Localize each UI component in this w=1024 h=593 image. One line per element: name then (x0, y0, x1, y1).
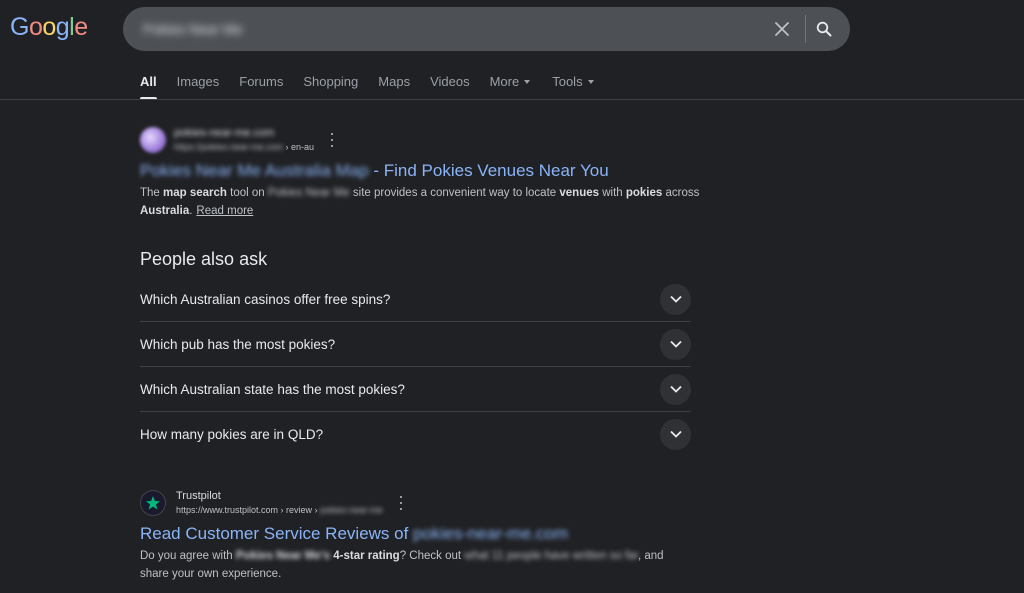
chevron-down-icon (524, 80, 531, 84)
tab-more[interactable]: More (490, 72, 531, 100)
result-title-text: - Find Pokies Venues Near You (368, 161, 609, 180)
result-title-link[interactable]: Read Customer Service Reviews of pokies-… (140, 523, 700, 545)
tab-label: Shopping (303, 74, 359, 89)
snippet-blurred: Pokies Near Me (267, 187, 350, 199)
snippet-text: The (140, 187, 164, 199)
tab-all[interactable]: All (140, 72, 157, 100)
snippet-bold: venues (559, 187, 600, 199)
logo-letter: g (55, 13, 70, 41)
google-logo[interactable]: Google (10, 13, 88, 41)
snippet-blurred: Pokies Near Me's (235, 550, 331, 562)
tab-forums[interactable]: Forums (239, 72, 283, 100)
result-snippet: The map search tool on Pokies Near Me si… (140, 184, 700, 220)
snippet-text: ? Check out (399, 550, 465, 562)
site-favicon (140, 127, 166, 153)
site-url: https://pokies-near-me.com (174, 142, 284, 152)
site-url-path: › en-au (283, 142, 315, 152)
snippet-blurred: what 11 people have written so far (464, 550, 638, 562)
trustpilot-star-icon (140, 490, 166, 516)
close-icon (775, 22, 789, 36)
logo-letter: o (28, 13, 43, 41)
result-title-link[interactable]: Pokies Near Me Australia Map - Find Poki… (140, 160, 700, 182)
more-options-icon[interactable] (395, 496, 407, 510)
paa-question[interactable]: Which Australian casinos offer free spin… (140, 277, 691, 322)
paa-question[interactable]: How many pokies are in QLD? (140, 412, 691, 456)
site-name: Trustpilot (176, 490, 221, 502)
people-also-ask: People also ask Which Australian casinos… (140, 247, 691, 456)
logo-letter: o (42, 13, 56, 41)
search-input[interactable]: Pokies Near Me (143, 20, 243, 38)
result-title-blurred: Pokies Near Me Australia Map (140, 161, 369, 180)
tab-label: Tools (552, 74, 583, 89)
snippet-text: tool on (226, 187, 268, 199)
snippet-bold: 4-star rating (330, 550, 400, 562)
paa-question-text: Which Australian state has the most poki… (140, 381, 405, 397)
snippet-text: . (189, 205, 193, 217)
read-more-link[interactable]: Read more (196, 205, 253, 217)
site-url-blurred: pokies-near-me (320, 505, 383, 515)
tabs-divider (0, 99, 1024, 100)
tab-label: Images (176, 74, 220, 89)
chevron-down-icon (660, 328, 691, 360)
tab-shopping[interactable]: Shopping (303, 72, 358, 100)
snippet-text: share your own experience. (140, 568, 282, 580)
paa-question-text: Which pub has the most pokies? (140, 336, 336, 352)
site-name: pokies-near-me.com (174, 127, 275, 139)
search-icon (816, 21, 832, 37)
search-result: Trustpilot https://www.trustpilot.com › … (140, 487, 700, 583)
tab-videos[interactable]: Videos (430, 72, 470, 100)
site-url: https://www.trustpilot.com (176, 505, 279, 515)
result-site-row[interactable]: pokies-near-me.com https://pokies-near-m… (140, 124, 700, 156)
result-title-text: Read Customer Service Reviews of (140, 524, 414, 543)
snippet-text: Do you agree with (140, 550, 236, 562)
snippet-bold: Australia (140, 205, 190, 217)
chevron-down-icon (660, 373, 691, 405)
search-tabs: All Images Forums Shopping Maps Videos M… (140, 72, 614, 100)
site-url-path: › review › (278, 505, 321, 515)
tab-label: Forums (239, 74, 284, 89)
result-title-blurred: pokies-near-me.com (413, 524, 568, 543)
paa-question[interactable]: Which Australian state has the most poki… (140, 367, 691, 412)
search-result: pokies-near-me.com https://pokies-near-m… (140, 124, 700, 220)
snippet-text: across (662, 187, 700, 199)
tab-label: Maps (378, 74, 411, 89)
snippet-bold: map search (163, 187, 227, 199)
result-site-row[interactable]: Trustpilot https://www.trustpilot.com › … (140, 487, 700, 519)
search-bar[interactable]: Pokies Near Me (123, 7, 850, 51)
search-button[interactable] (812, 17, 836, 41)
paa-question-text: Which Australian casinos offer free spin… (140, 291, 391, 307)
tab-label: Videos (430, 74, 470, 89)
tab-maps[interactable]: Maps (378, 72, 410, 100)
logo-letter: G (10, 13, 29, 41)
result-snippet: Do you agree with Pokies Near Me's 4-sta… (140, 547, 700, 583)
search-divider (805, 15, 806, 43)
chevron-down-icon (587, 80, 594, 84)
tab-images[interactable]: Images (177, 72, 220, 100)
paa-question[interactable]: Which pub has the most pokies? (140, 322, 691, 367)
paa-question-text: How many pokies are in QLD? (140, 426, 324, 442)
snippet-bold: pokies (625, 187, 663, 199)
chevron-down-icon (660, 418, 691, 450)
clear-search-button[interactable] (770, 17, 794, 41)
snippet-text: with (599, 187, 626, 199)
tab-label: More (489, 74, 520, 89)
more-options-icon[interactable] (326, 133, 338, 147)
tab-label: All (140, 74, 157, 89)
snippet-text: site provides a convenient way to locate (349, 187, 560, 199)
chevron-down-icon (660, 283, 691, 315)
snippet-text: , and (637, 550, 664, 562)
logo-letter: e (74, 13, 88, 41)
tab-tools[interactable]: Tools (552, 72, 594, 100)
paa-heading: People also ask (140, 249, 268, 269)
